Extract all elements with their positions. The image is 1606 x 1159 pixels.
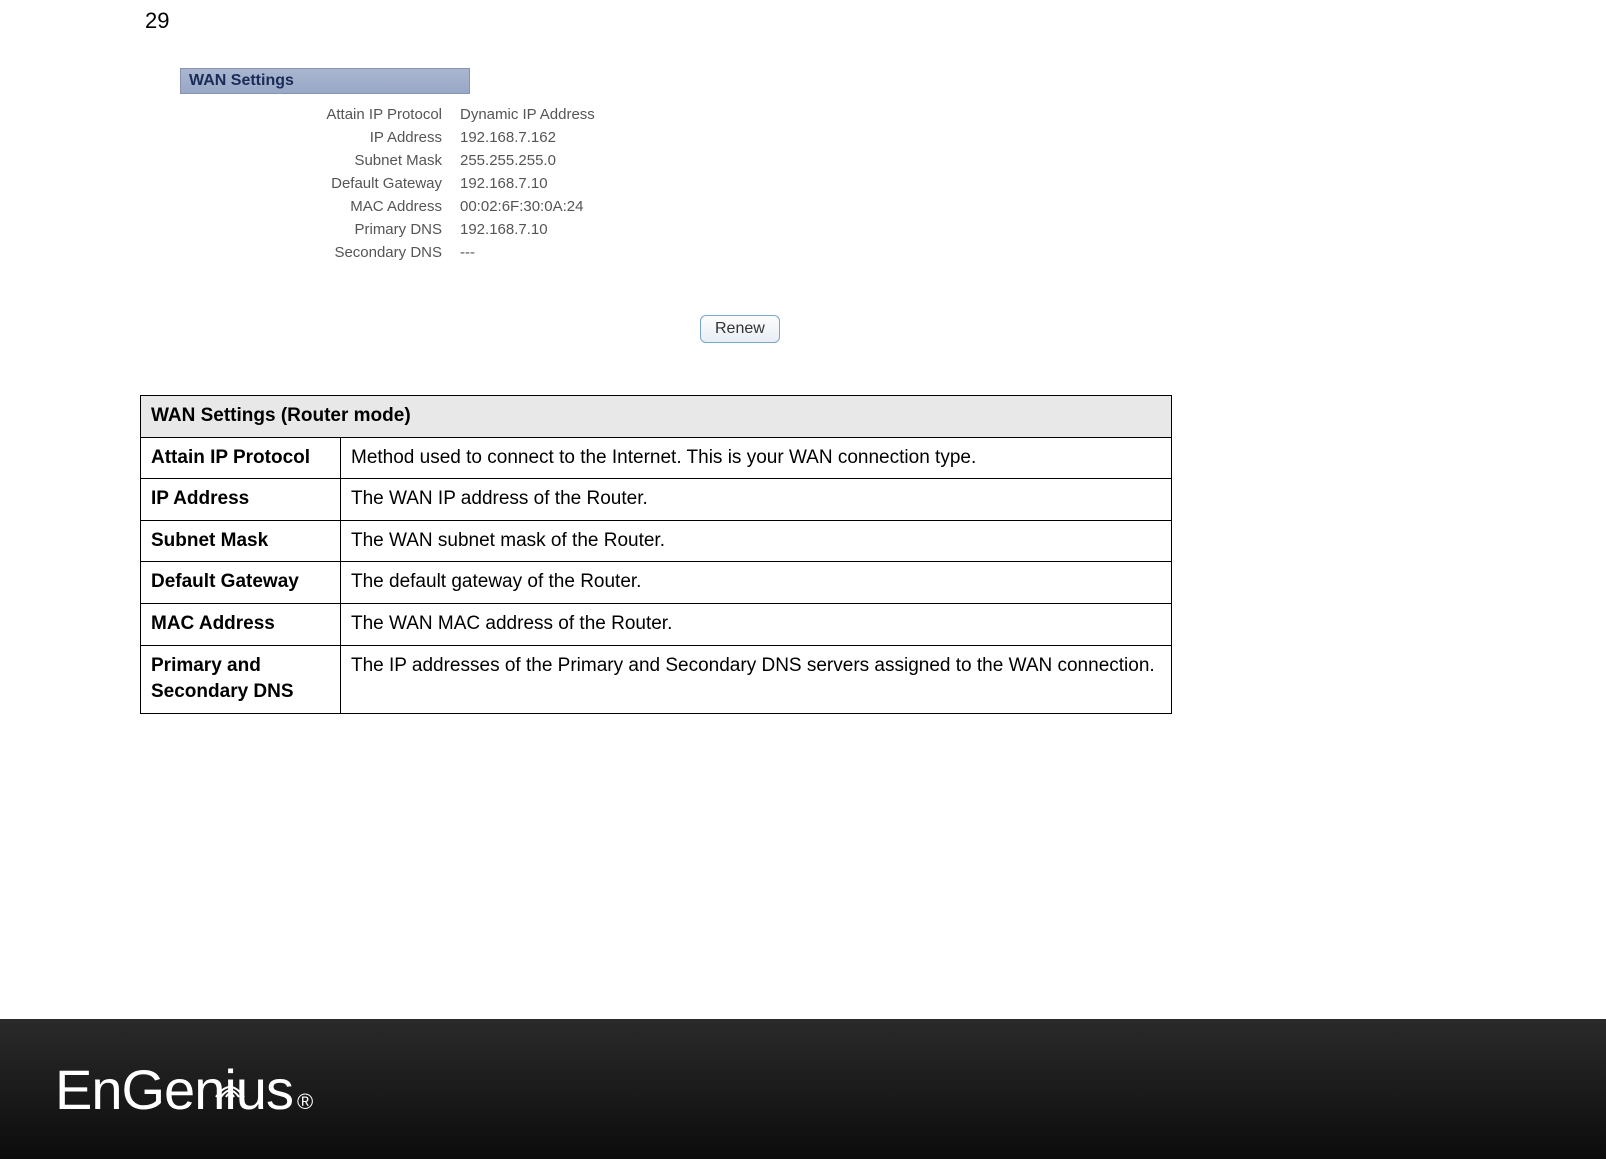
wan-fields: Attain IP Protocol Dynamic IP Address IP…	[180, 106, 800, 261]
wan-label: Primary DNS	[180, 221, 460, 238]
wan-value: 192.168.7.162	[460, 129, 556, 146]
wan-row-ip-address: IP Address 192.168.7.162	[180, 129, 800, 146]
term-cell: IP Address	[141, 479, 341, 521]
term-cell: Subnet Mask	[141, 520, 341, 562]
wan-settings-header: WAN Settings	[180, 68, 470, 94]
wan-label: Attain IP Protocol	[180, 106, 460, 123]
engenius-logo: EnGen i us®	[55, 1057, 312, 1122]
term-cell: Primary and Secondary DNS	[141, 645, 341, 713]
wan-value: 255.255.255.0	[460, 152, 556, 169]
wan-value: Dynamic IP Address	[460, 106, 595, 123]
wan-row-subnet-mask: Subnet Mask 255.255.255.0	[180, 152, 800, 169]
registered-mark: ®	[297, 1089, 312, 1115]
wan-row-mac-address: MAC Address 00:02:6F:30:0A:24	[180, 198, 800, 215]
wan-settings-panel: WAN Settings Attain IP Protocol Dynamic …	[180, 68, 800, 267]
table-row: Subnet Mask The WAN subnet mask of the R…	[141, 520, 1172, 562]
wan-value: 00:02:6F:30:0A:24	[460, 198, 583, 215]
table-row: MAC Address The WAN MAC address of the R…	[141, 603, 1172, 645]
wan-value: 192.168.7.10	[460, 175, 548, 192]
wan-label: Secondary DNS	[180, 244, 460, 261]
def-cell: The WAN IP address of the Router.	[341, 479, 1172, 521]
wan-label: Default Gateway	[180, 175, 460, 192]
wan-value: 192.168.7.10	[460, 221, 548, 238]
wan-label: Subnet Mask	[180, 152, 460, 169]
wan-row-attain-ip: Attain IP Protocol Dynamic IP Address	[180, 106, 800, 123]
wan-label: IP Address	[180, 129, 460, 146]
page-number: 29	[145, 8, 169, 34]
table-row: IP Address The WAN IP address of the Rou…	[141, 479, 1172, 521]
footer-bar: EnGen i us®	[0, 1019, 1606, 1159]
def-cell: The WAN MAC address of the Router.	[341, 603, 1172, 645]
def-cell: The default gateway of the Router.	[341, 562, 1172, 604]
table-header: WAN Settings (Router mode)	[141, 396, 1172, 438]
renew-button[interactable]: Renew	[700, 315, 780, 343]
wan-row-primary-dns: Primary DNS 192.168.7.10	[180, 221, 800, 238]
wan-label: MAC Address	[180, 198, 460, 215]
term-cell: Attain IP Protocol	[141, 437, 341, 479]
table-row: Default Gateway The default gateway of t…	[141, 562, 1172, 604]
logo-prefix: EnGen	[55, 1057, 224, 1122]
logo-i: i	[224, 1057, 235, 1122]
wan-value: ---	[460, 244, 475, 261]
def-cell: The WAN subnet mask of the Router.	[341, 520, 1172, 562]
table-row: Attain IP Protocol Method used to connec…	[141, 437, 1172, 479]
def-cell: The IP addresses of the Primary and Seco…	[341, 645, 1172, 713]
wan-settings-description-table: WAN Settings (Router mode) Attain IP Pro…	[140, 395, 1172, 714]
wan-row-secondary-dns: Secondary DNS ---	[180, 244, 800, 261]
term-cell: MAC Address	[141, 603, 341, 645]
logo-wave-icon	[210, 1047, 250, 1067]
term-cell: Default Gateway	[141, 562, 341, 604]
def-cell: Method used to connect to the Internet. …	[341, 437, 1172, 479]
table-row: Primary and Secondary DNS The IP address…	[141, 645, 1172, 713]
wan-row-default-gateway: Default Gateway 192.168.7.10	[180, 175, 800, 192]
